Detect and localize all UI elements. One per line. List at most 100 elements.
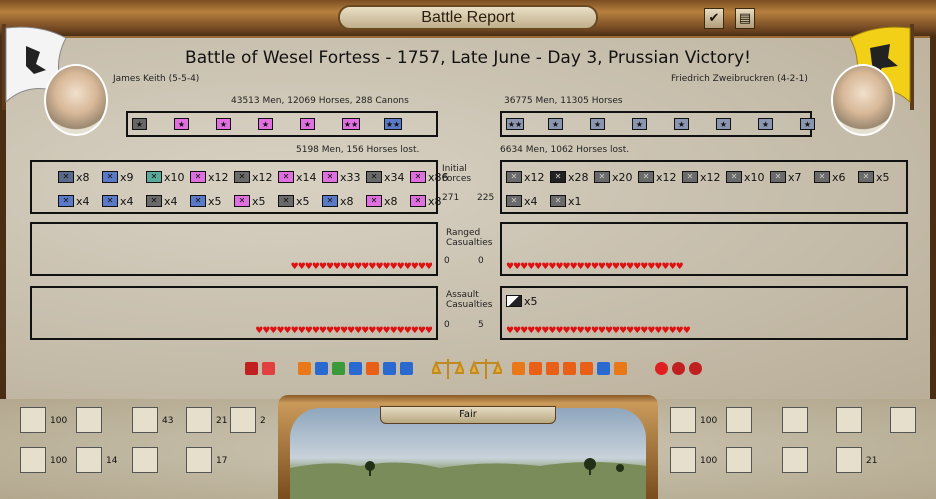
right-reserve-tile[interactable]: [782, 447, 808, 473]
left-unit[interactable]: ✕ x34: [366, 170, 405, 184]
left-unit[interactable]: ✕ x12: [190, 170, 229, 184]
left-reserve-tile[interactable]: [20, 407, 46, 433]
morale-icon[interactable]: [245, 362, 258, 375]
right-horse-icon[interactable]: [672, 362, 685, 375]
right-drill-mod-icon[interactable]: [614, 362, 627, 375]
initial-right-count: 225: [477, 193, 495, 203]
right-reserve-tile[interactable]: [782, 407, 808, 433]
right-unit[interactable]: ✕ x7: [770, 170, 802, 184]
right-cavalry-mod-icon[interactable]: [512, 362, 525, 375]
right-reserve-tile[interactable]: [836, 407, 862, 433]
right-unit[interactable]: ✕ x5: [858, 170, 890, 184]
right-general-portrait[interactable]: [831, 64, 895, 136]
ranged-label: Ranged Casualties: [446, 228, 493, 248]
unit-count: x5: [876, 170, 890, 184]
drill-mod-icon[interactable]: [400, 362, 413, 375]
left-scales-icon[interactable]: [432, 357, 464, 383]
right-unit[interactable]: ✕ x20: [594, 170, 633, 184]
infantry-mod-icon[interactable]: [383, 362, 396, 375]
terrain-mod-icon[interactable]: [332, 362, 345, 375]
right-unit[interactable]: ✕ x28: [550, 170, 589, 184]
leader-star-icon[interactable]: ★: [590, 118, 605, 130]
left-unit[interactable]: ✕ x8: [58, 170, 90, 184]
leader-star-icon[interactable]: ★: [174, 118, 189, 130]
right-fortification-mod-icon[interactable]: [563, 362, 576, 375]
fire-mod-icon[interactable]: [366, 362, 379, 375]
unit-count: x7: [788, 170, 802, 184]
leader-star-icon[interactable]: ★: [632, 118, 647, 130]
left-unit[interactable]: ✕ x8: [322, 194, 354, 208]
left-unit[interactable]: ✕ x8: [410, 194, 442, 208]
left-unit[interactable]: ✕ x4: [146, 194, 178, 208]
left-unit[interactable]: ✕ x8: [366, 194, 398, 208]
right-unit[interactable]: ✕ x4: [506, 194, 538, 208]
leader-star-icon[interactable]: ★: [758, 118, 773, 130]
right-reserve-tile[interactable]: [670, 407, 696, 433]
checkmark-button[interactable]: ✔: [704, 8, 724, 29]
right-reserve-tile[interactable]: [890, 407, 916, 433]
right-reserve-tile[interactable]: [726, 447, 752, 473]
right-unit[interactable]: ✕ x12: [682, 170, 721, 184]
left-unit[interactable]: ✕ x10: [146, 170, 185, 184]
left-reserve-tile[interactable]: [230, 407, 256, 433]
left-unit[interactable]: ✕ x9: [102, 170, 134, 184]
unit-type-icon: ✕: [234, 195, 250, 207]
left-initial-forces: ✕ x8 ✕ x9 ✕ x10 ✕ x12 ✕ x12 ✕ x14 ✕ x33 ✕ x34 ✕ x86 ✕ x4 ✕ x4…: [30, 160, 449, 214]
leader-star-icon[interactable]: ★★: [384, 118, 402, 130]
left-leaders-bar: ★ ★ ★ ★ ★ ★★ ★★: [126, 111, 438, 137]
leader-star-icon[interactable]: ★: [300, 118, 315, 130]
left-reserve-tile[interactable]: [76, 447, 102, 473]
left-unit[interactable]: ✕ x33: [322, 170, 361, 184]
left-reserve-tile[interactable]: [186, 447, 212, 473]
leader-star-icon[interactable]: ★: [674, 118, 689, 130]
leader-star-icon[interactable]: ★: [132, 118, 147, 130]
right-unit[interactable]: ✕ x1: [550, 194, 582, 208]
right-supply-icon[interactable]: [689, 362, 702, 375]
right-unit[interactable]: ✕ x6: [814, 170, 846, 184]
right-initial-forces: ✕ x12 ✕ x28 ✕ x20 ✕ x12 ✕ x12 ✕ x10 ✕ x7 ✕ x6 ✕ x5 ✕ x4 ✕ x1: [500, 160, 908, 214]
right-reserve-tile[interactable]: [726, 407, 752, 433]
right-infantry-mod-icon[interactable]: [597, 362, 610, 375]
supply-icon[interactable]: [262, 362, 275, 375]
left-reserve-tile[interactable]: [20, 447, 46, 473]
unit-count: x20: [612, 170, 633, 184]
leader-star-icon[interactable]: ★: [548, 118, 563, 130]
right-reserve-tile[interactable]: [836, 447, 862, 473]
leader-star-icon[interactable]: ★★: [506, 118, 524, 130]
left-reserve-tile[interactable]: [76, 407, 102, 433]
left-general-portrait[interactable]: [44, 64, 108, 136]
unit-count: x6: [832, 170, 846, 184]
left-reserve-tile[interactable]: [186, 407, 212, 433]
leader-star-icon[interactable]: ★: [800, 118, 815, 130]
left-unit[interactable]: ✕ x5: [190, 194, 222, 208]
right-unit[interactable]: ✕ x12: [506, 170, 545, 184]
right-unit[interactable]: ✕ x12: [638, 170, 677, 184]
right-assault-unit[interactable]: x5: [506, 294, 538, 308]
right-terrain-mod-icon[interactable]: [546, 362, 559, 375]
left-unit[interactable]: ✕ x5: [278, 194, 310, 208]
unit-type-icon: ✕: [278, 195, 294, 207]
artillery-mod-icon[interactable]: [315, 362, 328, 375]
leader-star-icon[interactable]: ★: [216, 118, 231, 130]
right-unit[interactable]: ✕ x10: [726, 170, 765, 184]
left-reserve-count: 100: [50, 456, 68, 466]
notes-button[interactable]: ▤: [735, 8, 755, 29]
left-reserve-tile[interactable]: [132, 407, 158, 433]
leader-star-icon[interactable]: ★★: [342, 118, 360, 130]
left-unit[interactable]: ✕ x12: [234, 170, 273, 184]
unit-count: x8: [428, 194, 442, 208]
leader-star-icon[interactable]: ★: [258, 118, 273, 130]
left-unit[interactable]: ✕ x5: [234, 194, 266, 208]
left-reserve-tile[interactable]: [132, 447, 158, 473]
leader-star-icon[interactable]: ★: [716, 118, 731, 130]
right-artillery-mod-icon[interactable]: [529, 362, 542, 375]
right-reserve-tile[interactable]: [670, 447, 696, 473]
cavalry-mod-icon[interactable]: [298, 362, 311, 375]
left-unit[interactable]: ✕ x4: [58, 194, 90, 208]
right-fire-mod-icon[interactable]: [580, 362, 593, 375]
left-unit[interactable]: ✕ x4: [102, 194, 134, 208]
right-scales-icon[interactable]: [470, 357, 502, 383]
left-unit[interactable]: ✕ x14: [278, 170, 317, 184]
right-morale-icon[interactable]: [655, 362, 668, 375]
fortification-mod-icon[interactable]: [349, 362, 362, 375]
